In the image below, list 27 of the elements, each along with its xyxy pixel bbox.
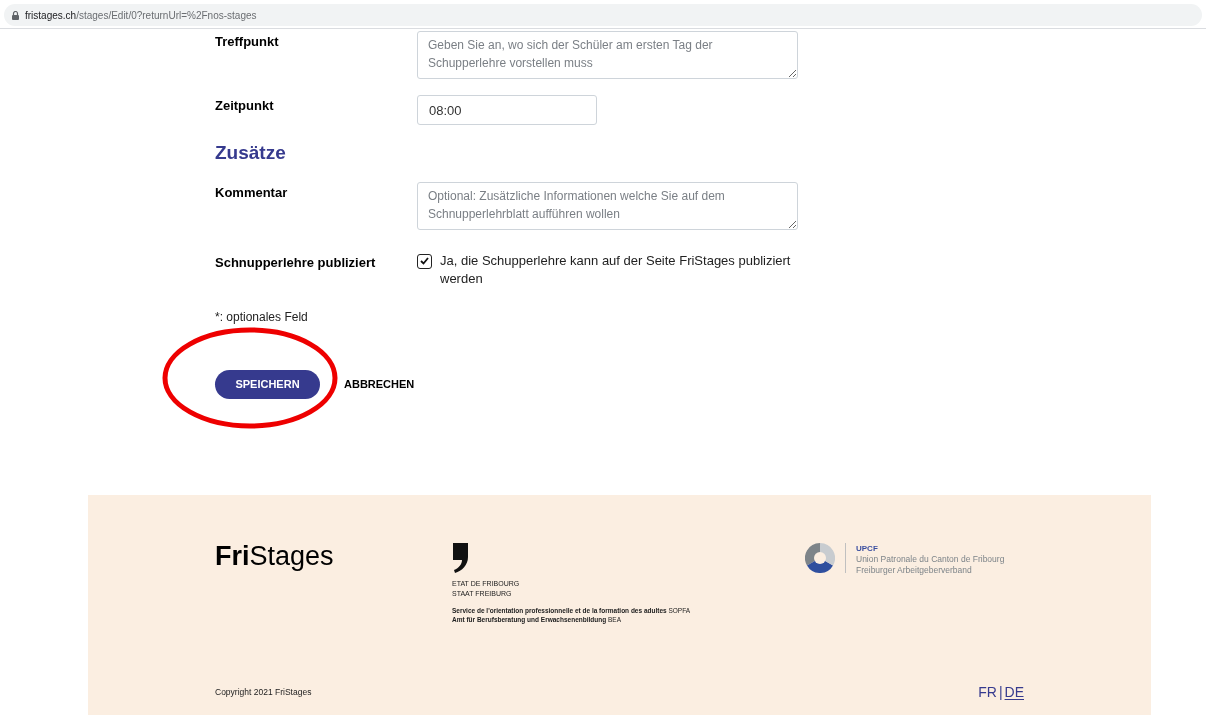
fristages-logo: FriStages [215, 543, 335, 573]
upcf-logo-icon [805, 543, 835, 573]
checkbox-label: Ja, die Schupperlehre kann auf der Seite FriStages publiziert werden [440, 251, 792, 288]
partner-name-text: Union Patronale du Canton de Fribourg [856, 554, 1005, 565]
copyright-text: Copyright 2021 FriStages [215, 686, 312, 699]
partner-name-text: Freiburger Arbeitgeberverband [856, 565, 973, 576]
footnote-text: *: optionales Feld [215, 308, 309, 326]
url-text: fristages.ch/stages/Edit/0?returnUrl=%2Fnos-stages [25, 8, 257, 23]
language-link[interactable]: DE [1004, 682, 1024, 703]
section-heading: Zusätze [215, 141, 287, 165]
partner-title: UPCF [856, 543, 879, 554]
field-label: Treffpunkt [215, 33, 280, 51]
language-link[interactable]: FR [978, 682, 997, 703]
address-bar[interactable]: fristages.ch/stages/Edit/0?returnUrl=%2Fnos-stages [4, 4, 1202, 26]
text-area[interactable]: Geben Sie an, wo sich der Schüler am ersten Tag der Schupperlehre vorstellen muss [417, 31, 798, 79]
time-field[interactable]: 08:00 [417, 95, 597, 125]
field-label: Zeitpunkt [215, 97, 275, 115]
field-label: Schnupperlehre publiziert [215, 253, 377, 272]
lock-icon [12, 10, 19, 20]
comma-logo-icon [452, 543, 468, 573]
cancel-button[interactable]: ABBRECHEN [344, 375, 415, 393]
text-area[interactable]: Optional: Zusätzliche Informationen welche Sie auf dem Schnupperlehrblatt aufführen wollen [417, 181, 798, 230]
field-label: Kommentar [215, 183, 289, 202]
checkmark-icon [420, 257, 429, 265]
checkbox[interactable] [417, 253, 432, 269]
separator-text: | [998, 683, 1003, 702]
save-button[interactable]: SPEICHERN [215, 369, 320, 399]
